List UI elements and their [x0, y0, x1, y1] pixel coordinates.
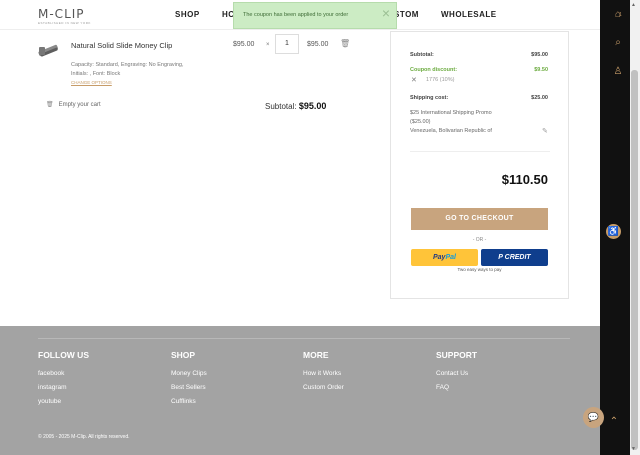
coupon-code: 1776 (10%) — [426, 77, 455, 83]
trash-icon: 🗑 — [46, 102, 54, 108]
scrollbar-thumb[interactable] — [631, 70, 638, 450]
copyright-text: © 2005 - 2025 M-Clip. All rights reserve… — [38, 434, 130, 440]
chat-icon[interactable]: 💬 — [583, 407, 604, 428]
multiply-sign: × — [266, 42, 270, 48]
product-image[interactable] — [36, 40, 62, 62]
nav-shop[interactable]: SHOP — [175, 10, 200, 19]
shipping-method-price: ($25.00) — [410, 119, 431, 125]
unit-price: $95.00 — [233, 41, 255, 48]
footer-col-follow: FOLLOW US facebook instagram youtube — [38, 350, 89, 409]
user-icon[interactable]: ♙ — [611, 65, 625, 79]
footer-link-cufflinks[interactable]: Cufflinks — [171, 395, 207, 409]
remove-item-icon[interactable]: 🗑 — [340, 39, 350, 48]
shipping-label: Shipping cost: — [410, 95, 449, 101]
footer-heading-support: SUPPORT — [436, 350, 478, 360]
cart-icon[interactable]: ⌂ — [611, 8, 625, 22]
cart-subtotal-value: $95.00 — [298, 101, 327, 111]
or-divider: - OR - — [472, 237, 487, 243]
paypal-button[interactable]: PayPal — [411, 249, 478, 266]
cart-subtotal: Subtotal: $95.00 — [265, 101, 326, 111]
coupon-toast: The coupon has been applied to your orde… — [233, 2, 397, 29]
footer-link-custom-order[interactable]: Custom Order — [303, 381, 344, 395]
paypal-logo-pal: Pal — [445, 254, 456, 261]
summary-divider — [410, 151, 550, 152]
footer-link-facebook[interactable]: facebook — [38, 367, 89, 381]
edit-shipping-icon[interactable]: ✎ — [542, 127, 548, 135]
footer-heading-more: MORE — [303, 350, 329, 360]
paypal-credit-button[interactable]: P CREDIT — [481, 249, 548, 266]
search-icon[interactable]: ⌕ — [611, 36, 625, 50]
footer-col-support: SUPPORT Contact Us FAQ — [436, 350, 477, 395]
credit-label: CREDIT — [504, 254, 531, 261]
logo-tagline: ESTABLISHED IN NEW YORK — [38, 21, 91, 25]
back-to-top-icon[interactable]: ⌃ — [604, 412, 624, 432]
site-footer: FOLLOW US facebook instagram youtube SHO… — [0, 326, 600, 455]
nav-wholesale[interactable]: WHOLESALE — [441, 10, 497, 19]
cart-subtotal-label: Subtotal: — [265, 102, 297, 111]
footer-heading-shop: SHOP — [171, 350, 196, 360]
line-total: $95.00 — [307, 41, 329, 48]
footer-heading-follow: FOLLOW US — [38, 350, 89, 360]
summary-subtotal-value: $95.00 — [531, 52, 548, 58]
coupon-value: $9.50 — [534, 67, 548, 73]
toast-message: The coupon has been applied to your orde… — [243, 12, 349, 18]
shipping-country: Venezuela, Bolivarian Republic of — [410, 128, 492, 134]
change-options-link[interactable]: CHANGE OPTIONS — [71, 80, 112, 85]
site-logo[interactable]: M-CLIP — [38, 7, 85, 21]
order-total: $110.50 — [501, 172, 548, 187]
order-summary: Subtotal: $95.00 Coupon discount: $9.50 … — [390, 31, 569, 299]
footer-link-youtube[interactable]: youtube — [38, 395, 89, 409]
footer-link-contact-us[interactable]: Contact Us — [436, 367, 477, 381]
checkout-button[interactable]: GO TO CHECKOUT — [411, 208, 548, 230]
scroll-up-arrow-icon[interactable]: ▲ — [631, 2, 636, 8]
remove-coupon-icon[interactable]: ✕ — [411, 76, 417, 84]
product-options-line1: Capacity: Standard, Engraving: No Engrav… — [71, 62, 184, 68]
easy-pay-note: Two easy ways to pay — [457, 267, 502, 272]
empty-cart-button[interactable]: 🗑 Empty your cart — [46, 101, 101, 108]
quantity-input[interactable]: 1 — [275, 34, 299, 54]
product-options: Capacity: Standard, Engraving: No Engrav… — [71, 61, 221, 79]
shipping-method-name: $25 International Shipping Promo — [410, 110, 492, 116]
nav-custom[interactable]: STOM — [394, 10, 419, 19]
scroll-down-arrow-icon[interactable]: ▼ — [631, 446, 636, 452]
shipping-method: $25 International Shipping Promo ($25.00… — [410, 109, 492, 136]
product-options-line2: Initials: , Font: Block — [71, 71, 121, 77]
close-icon[interactable]: × — [382, 6, 390, 20]
footer-link-money-clips[interactable]: Money Clips — [171, 367, 207, 381]
footer-divider — [38, 338, 570, 339]
footer-link-faq[interactable]: FAQ — [436, 381, 477, 395]
summary-subtotal-label: Subtotal: — [410, 52, 434, 58]
footer-col-more: MORE How it Works Custom Order — [303, 350, 344, 395]
footer-link-instagram[interactable]: instagram — [38, 381, 89, 395]
cart-count-badge: 1 — [619, 12, 622, 18]
coupon-label: Coupon discount: — [410, 67, 458, 73]
shipping-value: $25.00 — [531, 95, 548, 101]
footer-link-best-sellers[interactable]: Best Sellers — [171, 381, 207, 395]
paypal-logo-pay: Pay — [433, 254, 446, 261]
accessibility-icon[interactable]: ♿ — [606, 224, 621, 239]
footer-link-how-it-works[interactable]: How it Works — [303, 367, 344, 381]
empty-cart-label: Empty your cart — [58, 102, 101, 108]
footer-col-shop: SHOP Money Clips Best Sellers Cufflinks — [171, 350, 207, 409]
product-name[interactable]: Natural Solid Slide Money Clip — [71, 41, 172, 50]
